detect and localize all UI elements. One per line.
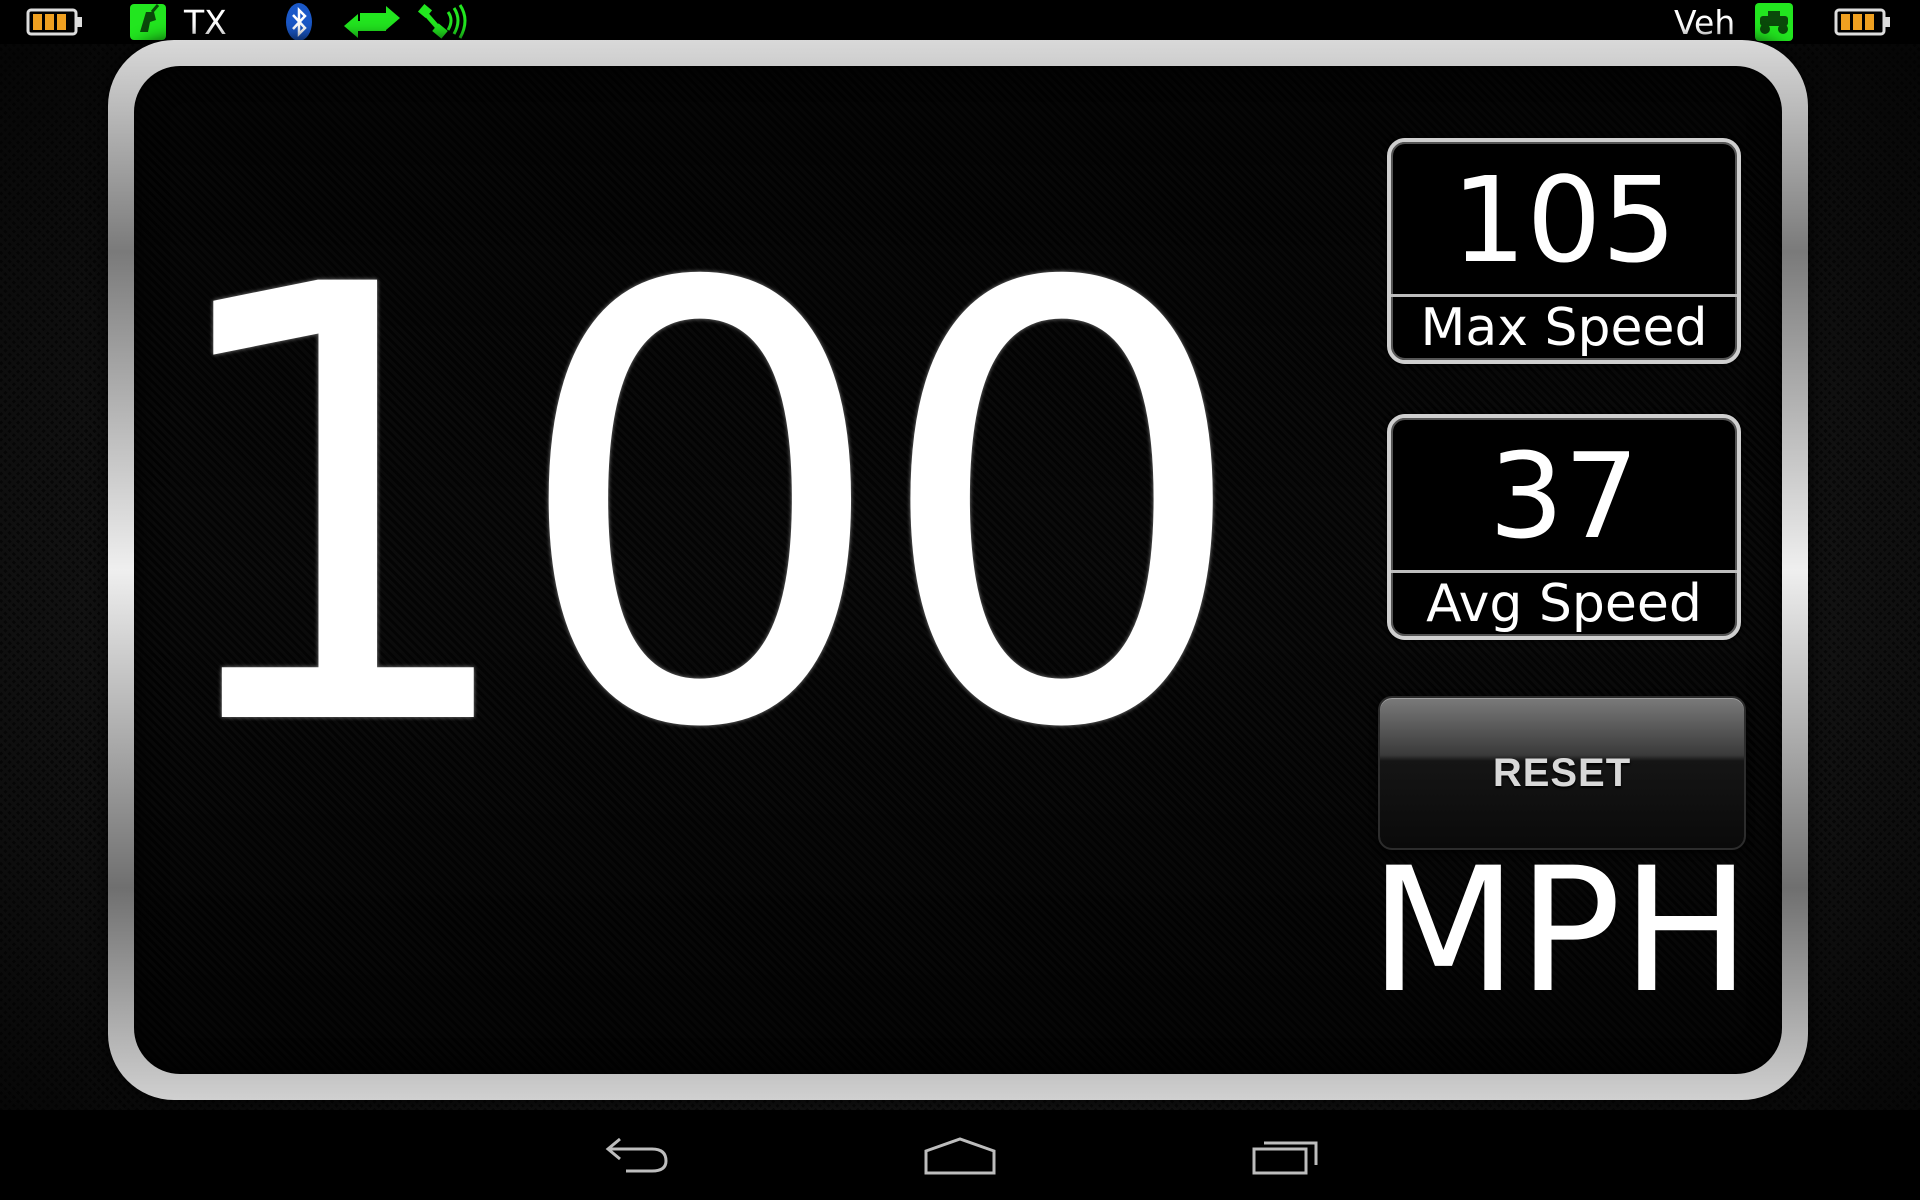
max-speed-value: 105 bbox=[1451, 151, 1677, 289]
telemetry-signal-icon bbox=[416, 2, 472, 42]
max-speed-box: 105 Max Speed bbox=[1387, 138, 1741, 364]
recent-apps-icon[interactable] bbox=[1236, 1130, 1336, 1180]
avg-speed-value: 37 bbox=[1488, 427, 1640, 565]
veh-label: Veh bbox=[1674, 2, 1736, 42]
avg-speed-box: 37 Avg Speed bbox=[1387, 414, 1741, 640]
vehicle-icon bbox=[1754, 2, 1794, 42]
bluetooth-icon bbox=[284, 2, 314, 42]
max-speed-label: Max Speed bbox=[1420, 298, 1708, 358]
data-transfer-icon bbox=[342, 2, 402, 42]
speedometer-screen: TX Veh 100 105 Max Speed 37 Avg Speed RE… bbox=[0, 0, 1920, 1200]
tx-label: TX bbox=[184, 2, 227, 42]
veh-battery-icon bbox=[1834, 2, 1892, 42]
status-bar: TX Veh bbox=[0, 0, 1920, 44]
avg-speed-label: Avg Speed bbox=[1426, 574, 1702, 634]
back-icon[interactable] bbox=[586, 1130, 686, 1180]
stat-divider bbox=[1391, 570, 1737, 573]
home-icon[interactable] bbox=[910, 1130, 1010, 1180]
navigation-bar bbox=[0, 1110, 1920, 1200]
speed-unit-label: MPH bbox=[1369, 830, 1751, 1031]
stat-divider bbox=[1391, 294, 1737, 297]
current-speed-readout: 100 bbox=[147, 160, 1252, 859]
reset-button[interactable]: RESET bbox=[1378, 696, 1746, 850]
transmitter-icon bbox=[128, 2, 168, 42]
tx-battery-icon bbox=[26, 2, 84, 42]
